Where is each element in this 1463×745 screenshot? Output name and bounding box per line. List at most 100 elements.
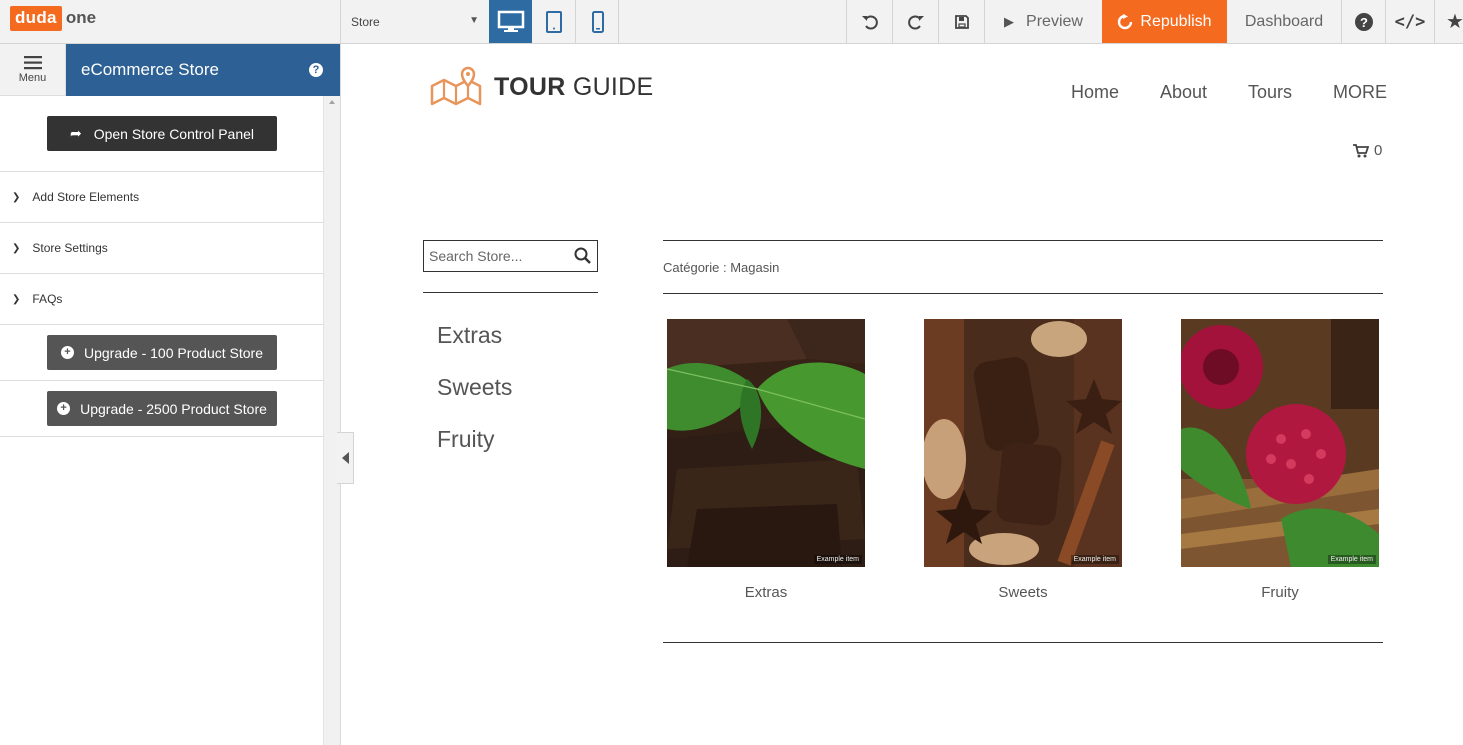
upgrade-100-button[interactable]: + Upgrade - 100 Product Store — [47, 335, 277, 370]
example-item-tag: Example item — [1070, 555, 1119, 564]
upgrade-label: Upgrade - 100 Product Store — [84, 344, 263, 361]
nav-item-home[interactable]: Home — [1071, 82, 1119, 103]
sidebar-item-faqs[interactable]: ❯ FAQs — [0, 273, 323, 324]
svg-text:?: ? — [1360, 15, 1368, 30]
search-icon[interactable] — [574, 247, 592, 265]
tablet-icon — [545, 10, 562, 33]
scroll-up-icon[interactable] — [329, 100, 335, 104]
page-select[interactable]: Store ▼ — [341, 0, 489, 43]
site-logo-text: TOUR GUIDE — [494, 73, 654, 102]
play-icon: ▶ — [1004, 13, 1015, 29]
undo-icon — [861, 15, 878, 29]
cart-icon — [1353, 143, 1369, 157]
category-link-extras[interactable]: Extras — [437, 322, 502, 349]
logo-bold-text: TOUR — [494, 72, 566, 101]
upgrade-row: + Upgrade - 100 Product Store — [0, 324, 323, 380]
category-link-fruity[interactable]: Fruity — [437, 426, 495, 453]
category-link-sweets[interactable]: Sweets — [437, 374, 512, 401]
plus-circle-icon: + — [61, 346, 74, 359]
product-card[interactable]: Example item Extras — [667, 319, 865, 601]
sidebar-item-label: Add Store Elements — [32, 190, 140, 204]
open-panel-label: Open Store Control Panel — [93, 125, 255, 142]
plus-circle-icon: + — [57, 402, 71, 415]
product-name[interactable]: Extras — [667, 584, 865, 601]
store-search-input[interactable]: Search Store... — [423, 240, 598, 272]
menu-button[interactable]: Menu — [0, 44, 66, 96]
code-icon: </> — [1394, 11, 1426, 32]
upgrade-2500-button[interactable]: + Upgrade - 2500 Product Store — [47, 391, 277, 426]
upgrade-label: Upgrade - 2500 Product Store — [80, 400, 267, 417]
help-button[interactable]: ? — [1342, 0, 1385, 43]
product-card[interactable]: Example item Fruity — [1181, 319, 1379, 601]
breadcrumb: Catégorie : Magasin — [663, 260, 780, 275]
example-item-tag: Example item — [813, 555, 862, 564]
mobile-icon — [591, 10, 604, 33]
help-icon[interactable]: ? — [309, 63, 323, 77]
dashboard-button[interactable]: Dashboard — [1227, 0, 1341, 43]
upgrade-row: + Upgrade - 2500 Product Store — [0, 380, 323, 436]
sidebar: Menu eCommerce Store ? ➦ Open Store Cont… — [0, 44, 341, 745]
chevron-right-icon: ❯ — [12, 191, 21, 203]
sidebar-scrollbar[interactable] — [323, 96, 340, 745]
example-item-tag: Example item — [1327, 555, 1376, 564]
search-placeholder: Search Store... — [429, 248, 523, 264]
preview-button[interactable]: ▶ Preview — [985, 0, 1102, 43]
logo-light-text: GUIDE — [565, 72, 654, 101]
redo-button[interactable] — [893, 0, 938, 43]
chevron-right-icon: ❯ — [12, 293, 21, 305]
sidebar-item-store-settings[interactable]: ❯ Store Settings — [0, 222, 323, 273]
save-icon — [954, 14, 969, 29]
mobile-view-button[interactable] — [576, 0, 619, 43]
divider — [0, 436, 323, 437]
preview-label: Preview — [1026, 12, 1083, 30]
product-name[interactable]: Sweets — [924, 584, 1122, 601]
caret-left-icon — [341, 452, 349, 464]
divider — [663, 240, 1383, 241]
product-image[interactable]: Example item — [1181, 319, 1379, 567]
help-icon: ? — [1354, 12, 1373, 31]
product-name[interactable]: Fruity — [1181, 584, 1379, 601]
site-canvas: TOUR GUIDE Home About Tours MORE 0 Searc… — [354, 44, 1463, 745]
site-logo[interactable]: TOUR GUIDE — [430, 66, 654, 108]
duda-one-logo: duda one — [10, 5, 97, 31]
refresh-icon — [1118, 13, 1133, 29]
product-card[interactable]: Example item Sweets — [924, 319, 1122, 601]
map-pin-icon — [430, 66, 482, 106]
divider — [663, 293, 1383, 294]
cart-count: 0 — [1374, 142, 1383, 159]
product-image[interactable]: Example item — [667, 319, 865, 567]
star-icon: ★ — [1446, 11, 1463, 33]
sidebar-item-label: Store Settings — [32, 241, 108, 255]
nav-item-tours[interactable]: Tours — [1248, 82, 1292, 103]
cart-button[interactable]: 0 — [1353, 142, 1382, 159]
logo-suffix: one — [65, 8, 97, 27]
tablet-view-button[interactable] — [532, 0, 575, 43]
republish-button[interactable]: Republish — [1102, 0, 1227, 43]
sidebar-item-label: FAQs — [32, 292, 63, 306]
nav-item-more[interactable]: MORE — [1333, 82, 1387, 103]
divider — [663, 642, 1383, 643]
desktop-view-button[interactable] — [489, 0, 532, 43]
chevron-down-icon: ▼ — [469, 15, 479, 26]
code-button[interactable]: </> — [1386, 0, 1434, 43]
chevron-right-icon: ❯ — [12, 242, 21, 254]
favorite-button[interactable]: ★ — [1435, 0, 1463, 43]
nav-item-about[interactable]: About — [1160, 82, 1207, 103]
sidebar-title: eCommerce Store — [81, 60, 219, 79]
menu-label: Menu — [18, 71, 47, 84]
sidebar-item-add-store-elements[interactable]: ❯ Add Store Elements — [0, 171, 323, 222]
page-select-value: Store — [351, 14, 380, 29]
open-store-control-panel-button[interactable]: ➦ Open Store Control Panel — [47, 116, 277, 151]
save-button[interactable] — [939, 0, 984, 43]
republish-label: Republish — [1140, 12, 1212, 30]
redo-icon — [907, 15, 924, 29]
hamburger-icon — [23, 55, 42, 69]
undo-button[interactable] — [847, 0, 892, 43]
dashboard-label: Dashboard — [1244, 12, 1324, 30]
collapse-sidebar-button[interactable] — [337, 432, 354, 484]
product-image[interactable]: Example item — [924, 319, 1122, 567]
divider — [423, 292, 598, 293]
editor-toolbar: duda one Store ▼ ▶ Preview Republish Das… — [0, 0, 1463, 44]
desktop-icon — [497, 10, 524, 32]
sidebar-header: eCommerce Store ? — [66, 44, 340, 96]
